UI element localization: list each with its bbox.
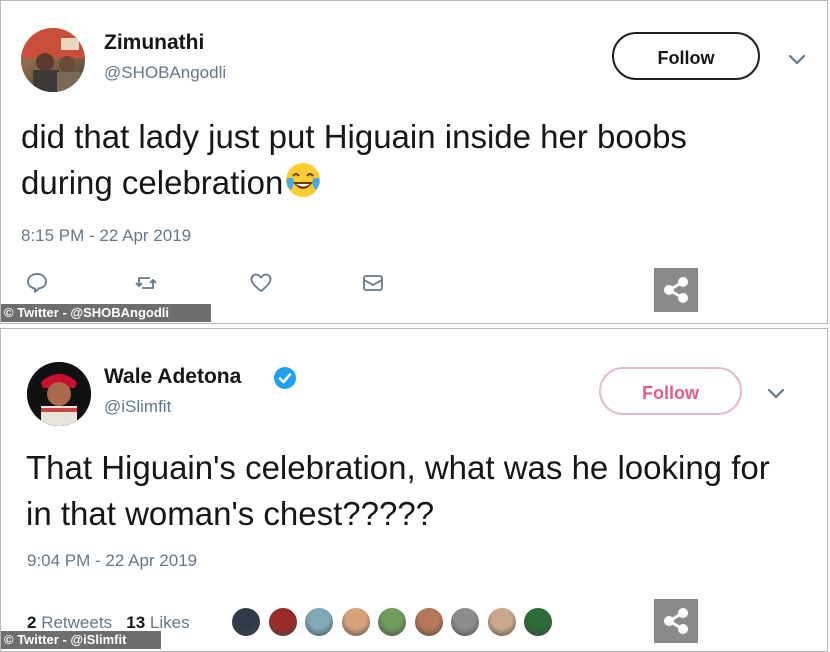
user-handle[interactable]: @SHOBAngodli [104, 63, 226, 83]
display-name[interactable]: Zimunathi [104, 31, 204, 55]
avatar-photo-icon [27, 362, 91, 426]
retweets-stat[interactable]: 2 Retweets [27, 613, 112, 632]
follow-button[interactable]: Follow [612, 32, 760, 80]
tweet-text: That Higuain's celebration, what was he … [26, 449, 770, 532]
likes-count: 13 [126, 613, 146, 632]
liker-avatar[interactable] [230, 606, 262, 638]
tweet-timestamp[interactable]: 8:15 PM - 22 Apr 2019 [21, 226, 191, 246]
liker-avatar[interactable] [449, 606, 481, 638]
verified-badge-icon [274, 367, 296, 389]
likes-stat[interactable]: 13 Likes [126, 613, 189, 632]
share-icon [664, 277, 688, 303]
heart-icon[interactable] [249, 271, 273, 295]
tweet-card: Zimunathi @SHOBAngodli Follow did that l… [0, 0, 828, 324]
avatar[interactable] [21, 28, 85, 92]
photo-credit: © Twitter - @SHOBAngodli [1, 304, 211, 322]
share-button[interactable] [654, 268, 698, 312]
tweet-text: did that lady just put Higuain inside he… [21, 114, 781, 206]
tears-of-joy-emoji-icon [286, 163, 321, 197]
avatar-photo-icon [21, 28, 85, 92]
liker-avatar[interactable] [376, 606, 408, 638]
liker-avatar[interactable] [522, 606, 554, 638]
liker-avatar[interactable] [303, 606, 335, 638]
retweets-label: Retweets [41, 613, 113, 632]
share-button[interactable] [654, 599, 698, 643]
envelope-icon[interactable] [361, 271, 385, 295]
likes-label: Likes [149, 613, 190, 632]
engagement-stats: 2 Retweets 13 Likes [27, 613, 190, 633]
share-icon [664, 608, 688, 634]
photo-credit: © Twitter - @iSlimfit [1, 631, 161, 649]
liker-avatar[interactable] [412, 606, 445, 638]
reply-icon[interactable] [25, 271, 49, 295]
liker-avatar[interactable] [485, 606, 518, 638]
tweet-card: Wale Adetona @iSlimfit Follow That Higua… [0, 328, 828, 652]
tweet-timestamp[interactable]: 9:04 PM - 22 Apr 2019 [27, 551, 197, 571]
display-name[interactable]: Wale Adetona [104, 365, 241, 389]
user-handle[interactable]: @iSlimfit [104, 397, 171, 417]
follow-button[interactable]: Follow [599, 367, 742, 415]
chevron-down-icon[interactable] [766, 387, 786, 401]
tweet-text-body: did that lady just put Higuain inside he… [21, 118, 687, 201]
avatar[interactable] [27, 362, 91, 426]
liker-avatar[interactable] [339, 606, 372, 638]
chevron-down-icon[interactable] [787, 53, 807, 67]
retweets-count: 2 [27, 613, 37, 632]
liker-avatar[interactable] [266, 606, 299, 638]
retweet-icon[interactable] [134, 271, 158, 295]
